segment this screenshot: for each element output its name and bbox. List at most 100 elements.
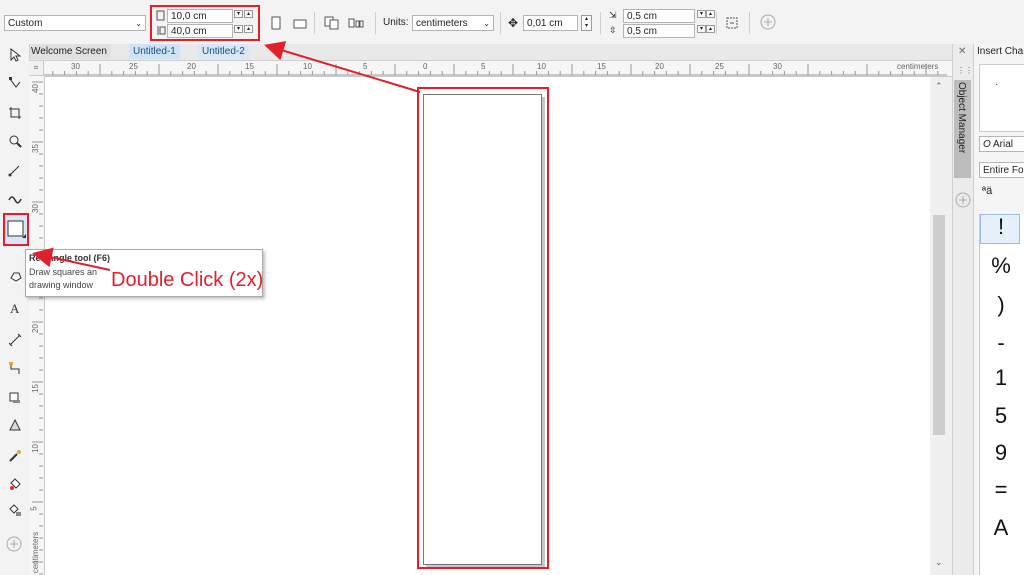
ruler-label: 35: [30, 144, 40, 153]
tooltip-title: Rectangle tool (F6): [29, 253, 111, 263]
insert-character-title: Insert Cha: [977, 46, 1024, 57]
toolbox: A: [0, 44, 30, 575]
glyph-cell[interactable]: 5: [978, 403, 1024, 429]
ellipse-tool-icon[interactable]: [5, 266, 25, 286]
tab-untitled-2[interactable]: Untitled-2: [198, 44, 249, 59]
ruler-label: 15: [245, 62, 254, 71]
ruler-unit-label: centimeters: [31, 531, 41, 574]
ruler-label: 20: [187, 62, 196, 71]
duplicate-y-value: 0,5 cm: [627, 26, 658, 37]
vertical-scrollbar[interactable]: ⌃ ⌄: [931, 77, 948, 575]
glyph-cell[interactable]: !: [978, 214, 1024, 240]
page-options-button[interactable]: [723, 14, 741, 32]
tab-untitled-1[interactable]: Untitled-1: [129, 44, 180, 59]
tab-welcome-screen[interactable]: Welcome Screen: [27, 44, 111, 59]
scroll-up-icon[interactable]: ⌃: [935, 81, 943, 92]
units-value: centimeters: [416, 18, 468, 29]
font-value: Arial: [993, 139, 1014, 150]
ruler-label: 15: [30, 384, 40, 393]
font-type-icon: O: [983, 139, 991, 150]
dup-y-icon: ⇳: [609, 25, 617, 35]
artistic-media-tool-icon[interactable]: [5, 188, 25, 208]
transparency-tool-icon[interactable]: [5, 416, 25, 436]
all-pages-button[interactable]: [323, 14, 341, 32]
crop-tool-icon[interactable]: [5, 103, 25, 123]
ruler-origin-icon[interactable]: ⌗: [29, 61, 44, 76]
chevron-down-icon: ⌄: [135, 19, 142, 28]
drawing-canvas[interactable]: [45, 77, 930, 575]
nudge-input[interactable]: 0,01 cm: [523, 15, 578, 31]
filter-value: Entire Fo: [983, 165, 1024, 176]
landscape-button[interactable]: [291, 14, 309, 32]
preset-dropdown[interactable]: Custom ⌄: [4, 15, 146, 31]
glyph-cell[interactable]: -: [978, 330, 1024, 356]
ruler-label: 25: [715, 62, 724, 71]
glyph-cell[interactable]: 9: [978, 440, 1024, 466]
ruler-label: 10: [537, 62, 546, 71]
eyedropper-tool-icon[interactable]: [5, 446, 25, 466]
portrait-button[interactable]: [267, 14, 285, 32]
separator: [749, 12, 750, 34]
nudge-spin[interactable]: ▴ ▾: [581, 15, 592, 31]
dup-y-spin-down[interactable]: ▾: [697, 25, 706, 33]
scroll-thumb[interactable]: [933, 215, 945, 435]
units-dropdown[interactable]: centimeters ⌄: [412, 15, 494, 31]
ruler-label: 5: [363, 62, 368, 71]
ruler-label: 0: [423, 62, 428, 71]
glyph-cell[interactable]: %: [978, 253, 1024, 279]
dup-x-spin-up[interactable]: ▴: [706, 10, 715, 18]
character-filter-icon[interactable]: ªä: [982, 185, 992, 197]
nudge-icon: ✥: [508, 16, 519, 30]
ruler-unit-label: centimeters: [897, 62, 939, 71]
duplicate-x-input[interactable]: 0,5 cm: [623, 9, 695, 23]
smart-fill-tool-icon[interactable]: [5, 500, 25, 520]
scroll-down-icon[interactable]: ⌄: [935, 557, 943, 568]
pick-tool-icon[interactable]: [5, 45, 25, 65]
new-tab-icon[interactable]: +: [272, 44, 279, 59]
ruler-label: 25: [129, 62, 138, 71]
ruler-label: 10: [30, 444, 40, 453]
units-label: Units:: [383, 17, 409, 28]
add-icon[interactable]: [760, 14, 776, 30]
glyph-cell[interactable]: ): [978, 292, 1024, 318]
font-dropdown[interactable]: O Arial: [979, 136, 1024, 152]
freehand-tool-icon[interactable]: [5, 160, 25, 180]
text-tool-icon[interactable]: A: [5, 298, 25, 318]
ruler-label: 10: [303, 62, 312, 71]
options-icon[interactable]: ⋮⋮: [957, 66, 973, 75]
page-highlight: [417, 87, 549, 569]
dimension-tool-icon[interactable]: [5, 330, 25, 350]
current-page-button[interactable]: [347, 14, 365, 32]
dup-y-spin-up[interactable]: ▴: [706, 25, 715, 33]
zoom-tool-icon[interactable]: [5, 131, 25, 151]
ruler-label: 15: [597, 62, 606, 71]
rectangle-tool-highlight[interactable]: [3, 213, 29, 246]
separator: [375, 12, 376, 34]
shape-tool-icon[interactable]: [5, 73, 25, 93]
object-manager-tab[interactable]: ✕ ⋮⋮ Object Manager: [952, 44, 973, 575]
separator: [314, 12, 315, 34]
drop-shadow-tool-icon[interactable]: [5, 388, 25, 408]
object-manager-tab-bg[interactable]: Object Manager: [954, 80, 971, 178]
ruler-label: 30: [30, 204, 40, 213]
character-preview: ·: [979, 64, 1024, 132]
glyph-cell[interactable]: A: [978, 515, 1024, 541]
nudge-value: 0,01 cm: [527, 18, 563, 29]
glyph-cell[interactable]: 1: [978, 365, 1024, 391]
connector-tool-icon[interactable]: [5, 358, 25, 378]
duplicate-x-value: 0,5 cm: [627, 11, 658, 22]
close-icon[interactable]: ✕: [958, 46, 966, 57]
vertical-ruler[interactable]: 40 35 30 25 20 15 10 5 centimeters: [29, 76, 45, 575]
glyph-cell[interactable]: =: [978, 477, 1024, 503]
separator: [716, 12, 717, 34]
character-filter-dropdown[interactable]: Entire Fo: [979, 162, 1024, 178]
preview-dot: ·: [995, 79, 999, 90]
ruler-label: 40: [30, 84, 40, 93]
dup-x-spin-down[interactable]: ▾: [697, 10, 706, 18]
duplicate-y-input[interactable]: 0,5 cm: [623, 24, 695, 38]
interactive-fill-tool-icon[interactable]: [5, 474, 25, 494]
tab-label: Welcome Screen: [31, 46, 107, 57]
customize-toolbox-icon[interactable]: [6, 536, 22, 552]
horizontal-ruler[interactable]: 30 25 20 15 10 5 0 5 10 15 20 25 30 cent…: [29, 61, 952, 77]
add-docker-icon[interactable]: [955, 192, 971, 208]
